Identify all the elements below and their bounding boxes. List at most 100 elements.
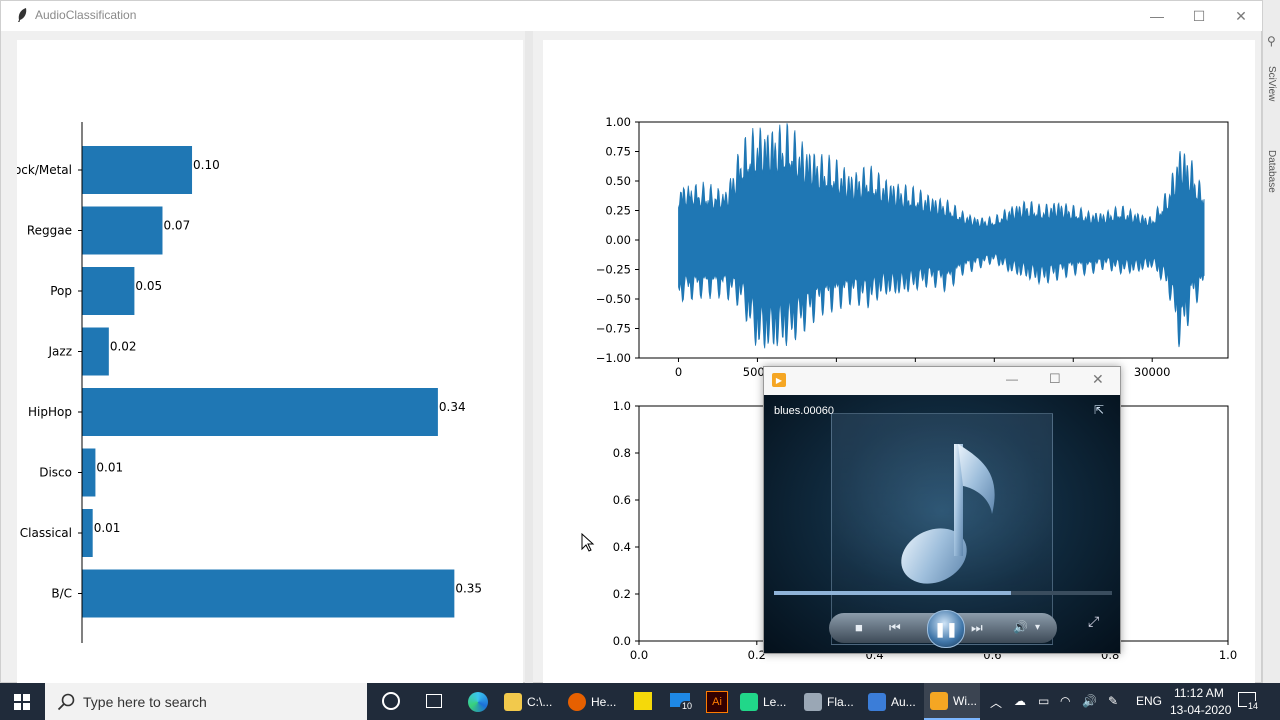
search-icon[interactable]: ⚲ (1267, 34, 1276, 48)
y-tick-label: 0.00 (605, 233, 631, 247)
category-label: HipHop (28, 405, 72, 419)
bar-rock-metal (82, 146, 193, 194)
minimize-button[interactable]: — (1135, 1, 1179, 31)
media-player-icon: ▶ (772, 373, 786, 387)
category-label: ock/Metal (17, 163, 72, 177)
value-label: 0.07 (163, 219, 190, 233)
taskbar-item-media-player[interactable]: Wi... (924, 683, 980, 720)
taskbar-item-flask[interactable]: Fla... (804, 683, 854, 720)
media-player-title-bar[interactable]: ▶ — ☐ ✕ (764, 367, 1120, 395)
taskbar-item-explorer[interactable]: C:\... (504, 683, 552, 720)
stop-button[interactable]: ■ (855, 620, 863, 635)
y-tick-label: 0.0 (613, 634, 631, 648)
y-tick-label: 0.8 (613, 446, 631, 460)
feather-icon (18, 8, 27, 22)
language-indicator[interactable]: ENG (1136, 694, 1162, 708)
category-label: Classical (20, 526, 72, 540)
cortana-icon[interactable] (382, 692, 400, 710)
bar-jazz (82, 327, 109, 376)
clock-date[interactable]: 13-04-2020 (1170, 703, 1231, 717)
genre-bar-chart: ock/Metal 0.10 Reggae 0.07 Pop 0.05 Jazz 0.02 Hi… (14, 122, 482, 643)
media-player-icon (930, 691, 948, 710)
illustrator-icon[interactable]: Ai (706, 691, 728, 713)
volume-icon[interactable]: 🔊 (1013, 620, 1028, 634)
title-bar[interactable]: AudioClassification — ☐ ✕ (1, 1, 1263, 31)
window-icon (804, 692, 822, 711)
notification-count: 14 (1247, 701, 1260, 711)
value-label: 0.01 (96, 461, 123, 475)
bar-chart-panel: ock/Metal 0.10 Reggae 0.07 Pop 0.05 Jazz 0.02 Hi… (14, 40, 523, 684)
window-title: AudioClassification (35, 8, 137, 22)
media-player-window: ▶ — ☐ ✕ blues.00060 ⇱ ■ ⏮ ❚❚ ⏭ 🔊 ▾ ⤢ (763, 366, 1121, 654)
notification-center-icon[interactable]: 14 (1238, 692, 1260, 712)
value-label: 0.35 (455, 582, 482, 596)
taskbar: Type here to search C:\... He... 10 Ai L… (0, 683, 1280, 720)
bar-b-c (82, 569, 455, 618)
windows-start-icon[interactable] (14, 694, 30, 710)
y-tick-label: −0.50 (596, 292, 631, 306)
x-tick-label: 0 (675, 365, 682, 379)
y-tick-label: 0.25 (605, 204, 631, 218)
pycharm-icon (740, 692, 758, 711)
sticky-notes-icon[interactable] (634, 692, 652, 710)
value-label: 0.01 (94, 521, 121, 535)
playback-controls: ■ ⏮ ❚❚ ⏭ 🔊 ▾ (829, 610, 1057, 648)
mouse-cursor-icon (581, 533, 595, 552)
show-hidden-icons-icon[interactable]: ︿ (990, 694, 1002, 711)
bar-pop (82, 267, 135, 315)
task-view-icon[interactable] (426, 694, 442, 708)
y-tick-label: 0.4 (613, 540, 631, 554)
taskbar-item-pycharm[interactable]: Le... (740, 683, 786, 720)
search-placeholder: Type here to search (83, 694, 207, 710)
x-tick-label: 1.0 (1219, 648, 1237, 662)
onedrive-icon[interactable]: ☁ (1014, 694, 1026, 708)
next-button[interactable]: ⏭ (971, 620, 983, 636)
fullscreen-icon[interactable]: ⤢ (1088, 613, 1099, 630)
value-label: 0.02 (110, 340, 137, 354)
battery-icon[interactable]: ▭ (1038, 694, 1049, 708)
volume-icon[interactable]: 🔊 (1082, 694, 1097, 708)
value-label: 0.10 (193, 158, 220, 172)
mail-icon[interactable]: 10 (670, 691, 695, 711)
y-tick-label: 1.00 (605, 115, 631, 129)
category-label: B/C (51, 587, 72, 601)
x-tick-label: 0.0 (630, 648, 648, 662)
category-label: Pop (50, 284, 72, 298)
seek-bar-progress (774, 591, 1011, 595)
firefox-icon (568, 692, 586, 711)
taskbar-item-firefox[interactable]: He... (568, 683, 616, 720)
bar-disco (82, 448, 96, 497)
y-tick-label: 0.50 (605, 174, 631, 188)
database-tab[interactable]: Database (1266, 150, 1277, 193)
seek-bar[interactable] (774, 591, 1112, 595)
close-button[interactable]: ✕ (1219, 1, 1263, 31)
edge-browser-icon[interactable] (468, 692, 488, 712)
pause-button[interactable]: ❚❚ (927, 610, 965, 648)
category-label: Disco (39, 466, 72, 480)
maximize-button[interactable]: ☐ (1177, 1, 1221, 31)
y-tick-label: −0.25 (596, 263, 631, 277)
player-close-button[interactable]: ✕ (1092, 371, 1104, 388)
pen-icon[interactable]: ✎ (1108, 694, 1118, 708)
volume-dropdown-icon[interactable]: ▾ (1035, 622, 1040, 633)
x-tick-label: 30000 (1134, 365, 1171, 379)
taskbar-item-audio-classification[interactable]: Au... (868, 683, 916, 720)
switch-to-library-icon[interactable]: ⇱ (1094, 403, 1104, 417)
bar-hiphop (82, 388, 438, 436)
y-tick-label: 0.2 (613, 587, 631, 601)
now-playing-screen[interactable]: blues.00060 ⇱ ■ ⏮ ❚❚ ⏭ 🔊 ▾ ⤢ (764, 395, 1120, 653)
sciview-tab[interactable]: SciView (1266, 66, 1277, 101)
clock-time[interactable]: 11:12 AM (1174, 686, 1224, 700)
previous-button[interactable]: ⏮ (889, 620, 901, 636)
y-tick-label: 0.6 (613, 493, 631, 507)
taskbar-search-box[interactable]: Type here to search (45, 683, 367, 720)
bar-reggae (82, 206, 163, 255)
player-minimize-button[interactable]: — (1006, 372, 1018, 386)
panel-splitter[interactable] (525, 31, 533, 684)
y-tick-label: 1.0 (613, 399, 631, 413)
search-icon (57, 693, 75, 711)
wifi-icon[interactable]: ◠ (1060, 694, 1070, 708)
waveform-series (678, 123, 1205, 349)
player-maximize-button[interactable]: ☐ (1049, 371, 1061, 387)
bar-classical (82, 509, 93, 557)
